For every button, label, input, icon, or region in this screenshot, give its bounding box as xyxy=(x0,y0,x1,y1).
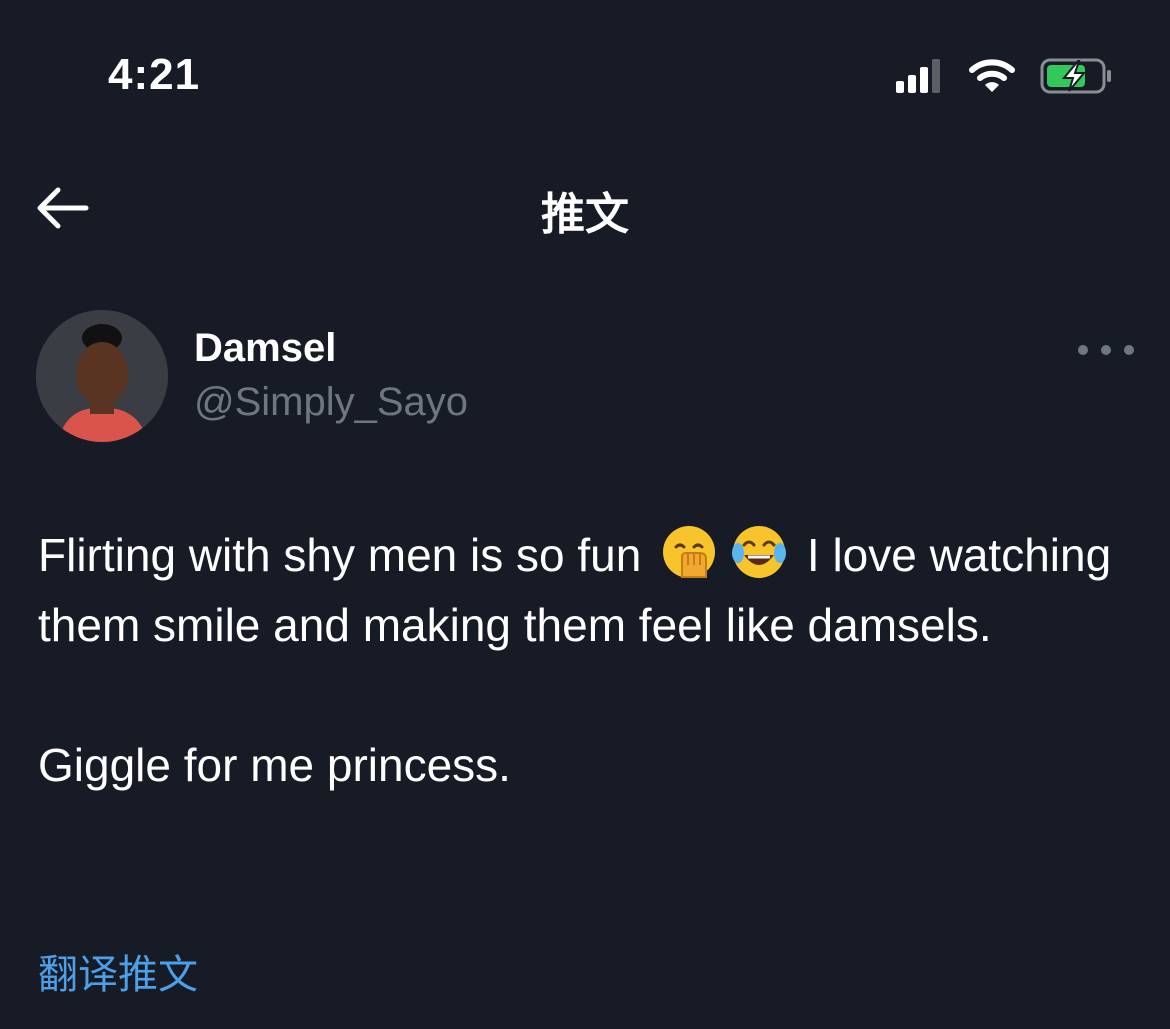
status-time: 4:21 xyxy=(108,50,201,99)
face-with-tears-of-joy-icon xyxy=(732,526,787,578)
more-horizontal-icon-dot xyxy=(1124,345,1134,355)
author-display-name[interactable]: Damsel xyxy=(194,326,336,371)
tweet-paragraph-2: Giggle for me princess. xyxy=(38,739,511,791)
cellular-signal-icon xyxy=(896,59,940,93)
tweet-text-segment: Flirting with shy men is so fun xyxy=(38,529,642,581)
more-horizontal-icon-dot xyxy=(1101,345,1111,355)
status-icons xyxy=(896,56,1114,96)
battery-charging-icon xyxy=(1040,58,1111,94)
more-horizontal-icon-dot xyxy=(1078,345,1088,355)
wifi-icon xyxy=(969,59,1015,92)
tweet-paragraph-1: Flirting with shy men is so fun I love w… xyxy=(38,520,1138,660)
translate-tweet-link[interactable]: 翻译推文 xyxy=(38,942,198,1000)
tweet-detail-screen: 4:21 推文 Damsel @Simply_Sayo Flirting wit… xyxy=(0,0,1170,1029)
tweet-text: Flirting with shy men is so fun I love w… xyxy=(38,520,1138,800)
avatar-image xyxy=(36,310,168,442)
avatar[interactable] xyxy=(36,310,168,442)
page-title: 推文 xyxy=(541,190,629,239)
author-handle[interactable]: @Simply_Sayo xyxy=(194,380,468,425)
face-with-hand-over-mouth-icon xyxy=(663,526,716,578)
more-options-button[interactable] xyxy=(1078,336,1134,364)
